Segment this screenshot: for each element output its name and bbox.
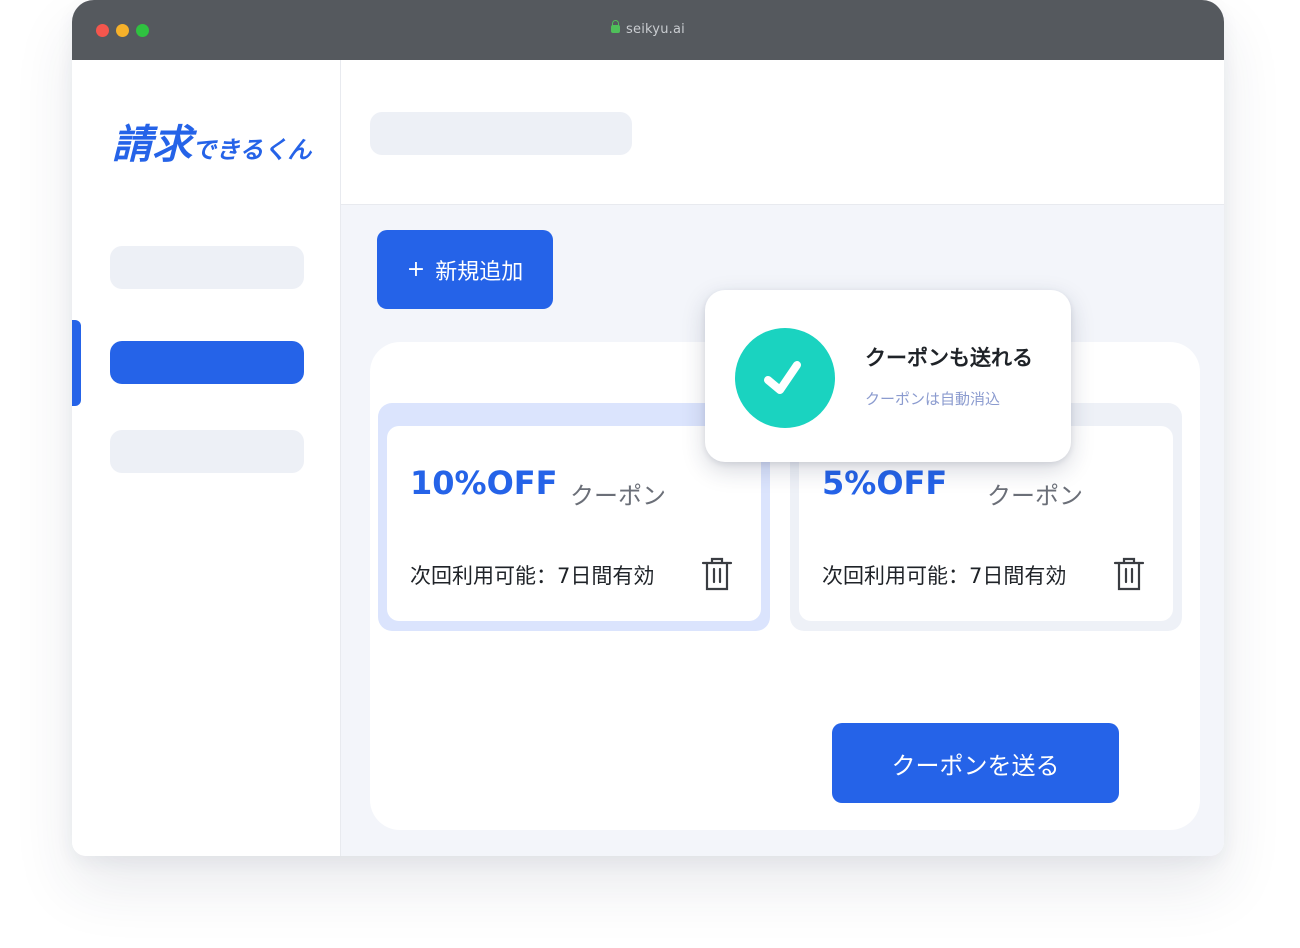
url-text: seikyu.ai: [626, 22, 685, 37]
add-new-label: 新規追加: [435, 259, 524, 285]
send-coupon-button[interactable]: クーポンを送る: [832, 723, 1119, 803]
app-logo[interactable]: 請求できるくん: [112, 112, 312, 170]
browser-titlebar: seikyu.ai: [72, 0, 1224, 60]
check-icon: [764, 361, 801, 394]
logo-main: 請求: [112, 122, 192, 168]
lock-icon: [611, 20, 621, 33]
toast-subtitle: クーポンは自動消込: [865, 390, 1001, 408]
page-header: [341, 60, 1224, 205]
sidebar-item-3[interactable]: [110, 430, 304, 473]
coupon-type: クーポン: [570, 482, 666, 510]
coupon-type: クーポン: [987, 482, 1083, 510]
toast-title: クーポンも送れる: [865, 346, 1033, 370]
logo-sub: できるくん: [192, 136, 312, 164]
sidebar: 請求できるくん: [72, 60, 341, 856]
coupon-discount: 5%OFF: [822, 464, 948, 502]
add-new-button[interactable]: + 新規追加: [377, 230, 553, 309]
header-placeholder-bar: [370, 112, 632, 155]
trash-icon[interactable]: [701, 556, 733, 592]
sidebar-item-1[interactable]: [110, 246, 304, 289]
coupon-card-body: 10%OFF クーポン 次回利用可能：7日間有効: [387, 426, 761, 621]
active-nav-indicator: [72, 320, 81, 406]
address-bar[interactable]: seikyu.ai: [72, 20, 1224, 37]
success-badge: [735, 328, 835, 428]
sidebar-item-2-active[interactable]: [110, 341, 304, 384]
plus-icon: +: [406, 257, 426, 282]
send-coupon-label: クーポンを送る: [891, 751, 1060, 780]
coupon-validity: 次回利用可能：7日間有効: [822, 564, 1067, 588]
coupon-validity: 次回利用可能：7日間有効: [410, 564, 655, 588]
trash-icon[interactable]: [1113, 556, 1145, 592]
coupon-discount: 10%OFF: [410, 464, 558, 502]
notification-toast: クーポンも送れる クーポンは自動消込: [705, 290, 1071, 462]
